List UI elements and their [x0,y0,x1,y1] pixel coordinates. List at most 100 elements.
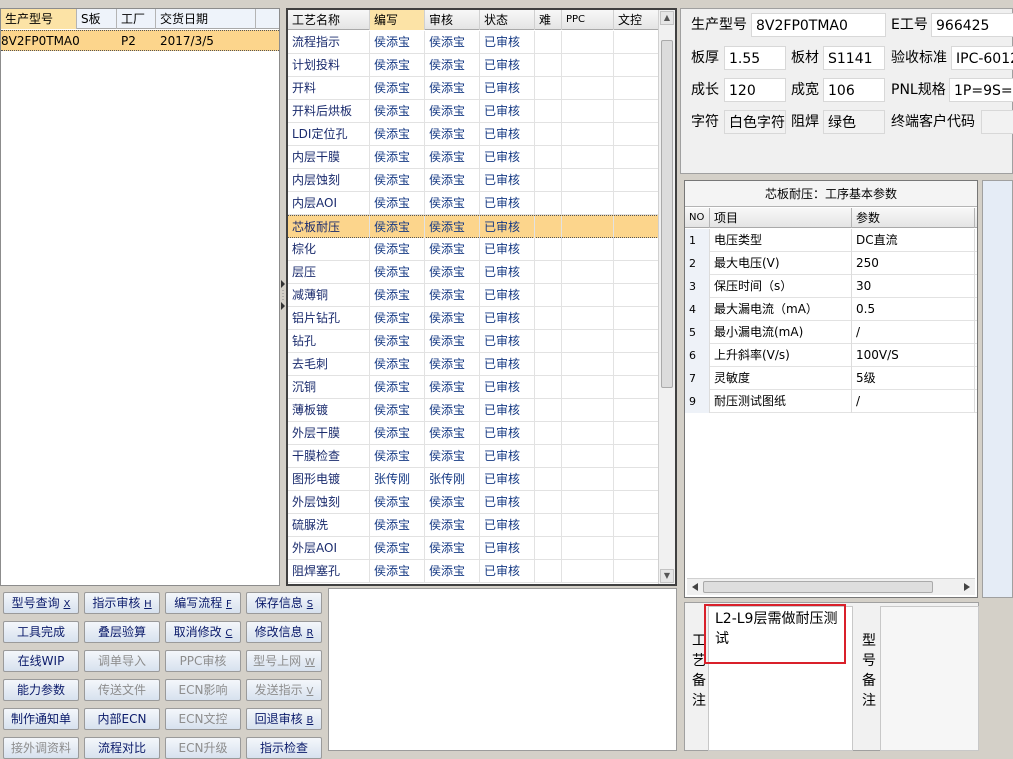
scroll-left-icon[interactable] [690,582,700,592]
process-reviewer: 侯添宝 [425,330,480,353]
button-label: 回退审核 [254,712,303,726]
process-row[interactable]: 内层干膜 侯添宝 侯添宝 已审核 [288,146,675,169]
silkscreen-field[interactable]: 白色字符 [724,110,786,134]
button-11[interactable]: PPC审核 [165,650,241,672]
button-21[interactable]: 接外调资料 [3,737,79,759]
model-remark-textarea[interactable] [880,606,979,751]
scroll-right-icon[interactable] [962,582,972,592]
param-row[interactable]: 2 最大电压(V) 250 [685,252,977,275]
col-no[interactable]: NO [685,208,710,228]
col-difficulty[interactable]: 难 [535,10,562,30]
process-row[interactable]: LDI定位孔 侯添宝 侯添宝 已审核 [288,123,675,146]
process-row[interactable]: 外层蚀刻 侯添宝 侯添宝 已审核 [288,491,675,514]
process-row[interactable]: 棕化 侯添宝 侯添宝 已审核 [288,238,675,261]
col-item[interactable]: 项目 [710,208,852,228]
param-row[interactable]: 4 最大漏电流（mA） 0.5 [685,298,977,321]
scroll-up-icon[interactable]: ▲ [660,11,674,25]
process-row[interactable]: 开料后烘板 侯添宝 侯添宝 已审核 [288,100,675,123]
button-5[interactable]: 工具完成 [3,621,79,643]
button-23[interactable]: ECN升级 [165,737,241,759]
button-24[interactable]: 指示检查 [246,737,322,759]
col-param[interactable]: 参数 [852,208,975,228]
process-row[interactable]: 外层干膜 侯添宝 侯添宝 已审核 [288,422,675,445]
button-19[interactable]: ECN文控 [165,708,241,730]
button-8[interactable]: 修改信息 R [246,621,322,643]
process-row[interactable]: 层压 侯添宝 侯添宝 已审核 [288,261,675,284]
process-row[interactable]: 沉铜 侯添宝 侯添宝 已审核 [288,376,675,399]
scroll-thumb[interactable] [661,40,673,388]
col-model[interactable]: 生产型号 [1,9,77,29]
col-process-name[interactable]: 工艺名称 [288,10,370,30]
button-18[interactable]: 内部ECN [84,708,160,730]
button-2[interactable]: 指示审核 H [84,592,160,614]
model-field[interactable]: 8V2FP0TMA0 [751,13,886,37]
button-1[interactable]: 型号查询 X [3,592,79,614]
process-name: 阻焊塞孔 [288,560,370,583]
process-row[interactable]: 干膜检查 侯添宝 侯添宝 已审核 [288,445,675,468]
col-reviewer[interactable]: 审核 [425,10,480,30]
button-14[interactable]: 传送文件 [84,679,160,701]
params-hscrollbar[interactable] [687,578,975,595]
process-row[interactable]: 开料 侯添宝 侯添宝 已审核 [288,77,675,100]
button-3[interactable]: 编写流程 F [165,592,241,614]
standard-field[interactable]: IPC-6012 [951,46,1013,70]
param-row[interactable]: 3 保压时间（s） 30 [685,275,977,298]
col-ppc[interactable]: PPC [562,10,614,30]
scroll-down-icon[interactable]: ▼ [660,569,674,583]
pnl-field[interactable]: 1P=9S=2 [949,78,1013,102]
col-status[interactable]: 状态 [480,10,535,30]
order-row[interactable]: 8V2FP0TMA0 P2 2017/3/5 [1,30,279,51]
param-row[interactable]: 6 上升斜率(V/s) 100V/S [685,344,977,367]
param-row[interactable]: 1 电压类型 DC直流 [685,229,977,252]
col-doc-control[interactable]: 文控 [614,10,659,30]
param-item: 最大漏电流（mA） [710,298,852,321]
length-field[interactable]: 120 [724,78,786,102]
button-4[interactable]: 保存信息 S [246,592,322,614]
process-row[interactable]: 流程指示 侯添宝 侯添宝 已审核 [288,31,675,54]
process-row[interactable]: 铝片钻孔 侯添宝 侯添宝 已审核 [288,307,675,330]
col-date[interactable]: 交货日期 [156,9,256,29]
button-7[interactable]: 取消修改 C [165,621,241,643]
material-field[interactable]: S1141 [823,46,885,70]
process-row[interactable]: 内层蚀刻 侯添宝 侯添宝 已审核 [288,169,675,192]
button-16[interactable]: 发送指示 V [246,679,322,701]
width-field[interactable]: 106 [823,78,885,102]
thickness-field[interactable]: 1.55 [724,46,786,70]
soldermask-field[interactable]: 绿色 [823,110,885,134]
process-row[interactable]: 图形电镀 张传刚 张传刚 已审核 [288,468,675,491]
button-15[interactable]: ECN影响 [165,679,241,701]
param-no: 6 [685,344,710,367]
button-10[interactable]: 调单导入 [84,650,160,672]
button-20[interactable]: 回退审核 B [246,708,322,730]
order-grid[interactable]: 生产型号 S板 工厂 交货日期 8V2FP0TMA0 P2 2017/3/5 [0,8,280,586]
param-row[interactable]: 9 耐压测试图纸 / [685,390,977,413]
process-row[interactable]: 薄板镀 侯添宝 侯添宝 已审核 [288,399,675,422]
col-writer[interactable]: 编写 [370,10,425,30]
process-row[interactable]: 外层AOI 侯添宝 侯添宝 已审核 [288,537,675,560]
process-scrollbar[interactable]: ▲ ▼ [658,10,675,584]
process-row[interactable]: 去毛刺 侯添宝 侯添宝 已审核 [288,353,675,376]
customer-code-field[interactable] [981,110,1013,134]
params-grid[interactable]: 芯板耐压：工序基本参数 NO 项目 参数 1 电压类型 DC直流 2 最大电压(V) 25… [684,180,978,598]
button-13[interactable]: 能力参数 [3,679,79,701]
param-row[interactable]: 7 灵敏度 5级 [685,367,977,390]
hscroll-thumb[interactable] [703,581,933,593]
process-row[interactable]: 阻焊塞孔 侯添宝 侯添宝 已审核 [288,560,675,583]
process-row[interactable]: 硫脲洗 侯添宝 侯添宝 已审核 [288,514,675,537]
param-row[interactable]: 5 最小漏电流(mA) / [685,321,977,344]
process-row[interactable]: 芯板耐压 侯添宝 侯添宝 已审核 [288,215,675,239]
process-row[interactable]: 计划投料 侯添宝 侯添宝 已审核 [288,54,675,77]
e-no-field[interactable]: 966425 [931,13,1013,37]
button-6[interactable]: 叠层验算 [84,621,160,643]
process-row[interactable]: 内层AOI 侯添宝 侯添宝 已审核 [288,192,675,215]
process-row[interactable]: 钻孔 侯添宝 侯添宝 已审核 [288,330,675,353]
button-9[interactable]: 在线WIP [3,650,79,672]
col-s[interactable]: S板 [77,9,117,29]
process-name: 减薄铜 [288,284,370,307]
process-grid[interactable]: 工艺名称 编写 审核 状态 难 PPC 文控 流程指示 侯添宝 侯添宝 已审核 计划投料… [286,8,677,586]
button-22[interactable]: 流程对比 [84,737,160,759]
col-factory[interactable]: 工厂 [117,9,156,29]
button-12[interactable]: 型号上网 W [246,650,322,672]
process-row[interactable]: 减薄铜 侯添宝 侯添宝 已审核 [288,284,675,307]
button-17[interactable]: 制作通知单 [3,708,79,730]
